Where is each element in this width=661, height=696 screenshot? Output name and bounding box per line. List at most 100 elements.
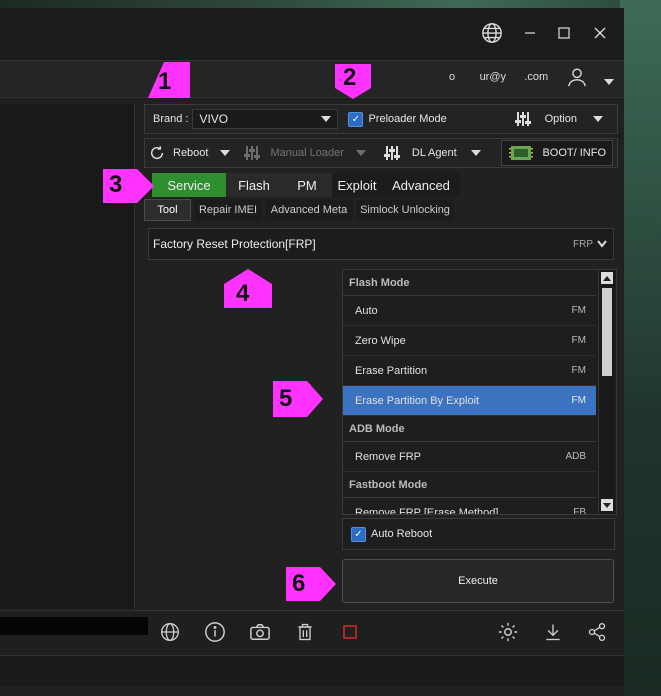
chevron-down-icon[interactable] xyxy=(604,74,614,88)
settings-button[interactable] xyxy=(494,618,522,646)
device-toolbar: Reboot Manual Loader DL Agent BOOT/ INFO xyxy=(144,138,618,168)
execute-label: Execute xyxy=(458,575,498,587)
list-item-label: Zero Wipe xyxy=(355,334,406,347)
scroll-thumb[interactable] xyxy=(602,288,612,376)
method-list: Flash Mode Auto FM Zero Wipe FM Erase Pa… xyxy=(342,269,617,515)
auto-reboot-label: Auto Reboot xyxy=(371,528,433,540)
annotation-marker-2: 2 xyxy=(333,62,373,100)
minimize-button[interactable] xyxy=(515,18,545,48)
subtab-simlock-unlocking[interactable]: Simlock Unlocking xyxy=(356,200,454,220)
list-item[interactable]: Erase Partition FM xyxy=(343,356,596,386)
chevron-down-icon xyxy=(470,150,481,156)
minimize-icon xyxy=(525,32,535,34)
refresh-icon xyxy=(150,146,164,160)
info-icon xyxy=(205,622,225,642)
list-item-label: Erase Partition xyxy=(355,364,428,377)
screenshot-button[interactable] xyxy=(246,618,274,646)
status-bar xyxy=(0,655,624,686)
globe-icon xyxy=(482,23,502,43)
list-item[interactable]: Remove FRP ADB xyxy=(343,442,596,472)
chevron-down-icon xyxy=(321,116,332,122)
maximize-button[interactable] xyxy=(549,18,579,48)
web-button[interactable] xyxy=(156,618,184,646)
tab-flash[interactable]: Flash xyxy=(226,173,282,197)
gear-icon xyxy=(498,622,518,642)
group-header-adb-mode: ADB Mode xyxy=(343,416,596,442)
chevron-down-icon xyxy=(220,150,231,156)
auto-reboot-checkbox[interactable]: ✓ Auto Reboot xyxy=(342,518,615,550)
function-title: Factory Reset Protection[FRP] xyxy=(153,237,316,251)
list-item[interactable]: Zero Wipe FM xyxy=(343,326,596,356)
list-item-tag: FM xyxy=(571,335,586,346)
option-button[interactable]: Option xyxy=(514,111,603,127)
download-icon xyxy=(546,624,560,641)
list-item-label: Erase Partition By Exploit xyxy=(355,394,480,407)
option-label: Option xyxy=(544,113,577,125)
chevron-down-icon xyxy=(355,150,366,156)
stop-button[interactable] xyxy=(336,618,364,646)
brand-label: Brand : xyxy=(153,113,189,125)
account-email: o ur@y .com xyxy=(449,71,549,83)
reboot-label: Reboot xyxy=(173,147,209,159)
scroll-down-icon[interactable] xyxy=(601,499,613,511)
reboot-button[interactable]: Reboot xyxy=(149,145,231,161)
list-item[interactable]: Remove FRP [Erase Method] FB xyxy=(343,498,596,515)
info-button[interactable] xyxy=(201,618,229,646)
language-globe-button[interactable] xyxy=(477,18,507,48)
user-menu-button[interactable] xyxy=(566,66,588,91)
dl-agent-label: DL Agent xyxy=(411,147,457,159)
subtab-repair-imei[interactable]: Repair IMEI xyxy=(194,200,262,220)
list-item-tag: FM xyxy=(571,365,586,376)
execute-button[interactable]: Execute xyxy=(342,559,614,603)
tab-pm[interactable]: PM xyxy=(282,173,332,197)
function-select[interactable]: Factory Reset Protection[FRP] FRP xyxy=(148,228,614,260)
list-item-label: Auto xyxy=(355,304,378,317)
boot-info-button[interactable]: BOOT/ INFO xyxy=(501,140,613,166)
annotation-marker-5: 5 xyxy=(271,379,325,419)
brand-select[interactable]: VIVO xyxy=(192,109,339,129)
manual-loader-label: Manual Loader xyxy=(270,147,344,159)
scroll-up-icon[interactable] xyxy=(601,272,613,284)
tab-advanced[interactable]: Advanced xyxy=(382,173,460,197)
preloader-mode-label: Preloader Mode xyxy=(368,113,447,125)
chip-icon xyxy=(509,146,534,160)
list-item[interactable]: Auto FM xyxy=(343,296,596,326)
maximize-icon xyxy=(558,27,570,39)
manual-loader-button[interactable]: Manual Loader xyxy=(244,145,366,161)
subtab-advanced-meta[interactable]: Advanced Meta xyxy=(265,200,353,220)
dl-agent-button[interactable]: DL Agent xyxy=(383,145,481,161)
annotation-marker-4: 4 xyxy=(222,268,274,310)
stop-icon xyxy=(343,625,357,639)
annotation-marker-6: 6 xyxy=(284,565,338,603)
user-icon xyxy=(568,68,586,87)
group-header-flash-mode: Flash Mode xyxy=(343,270,596,296)
camera-icon xyxy=(250,624,270,640)
annotation-marker-1: 1 xyxy=(144,60,194,102)
list-item-label: Remove FRP [Erase Method] xyxy=(355,506,499,515)
sliders-icon xyxy=(244,146,261,160)
list-item-tag: FM xyxy=(571,305,586,316)
main-tabs: Service Flash PM Exploit Advanced xyxy=(152,173,460,197)
clear-log-button[interactable] xyxy=(291,618,319,646)
download-button[interactable] xyxy=(539,618,567,646)
boot-info-label: BOOT/ INFO xyxy=(542,147,606,159)
list-item-selected[interactable]: Erase Partition By Exploit FM xyxy=(343,386,596,416)
list-scrollbar[interactable] xyxy=(598,270,615,514)
desktop-background-edge xyxy=(620,0,661,696)
sliders-icon xyxy=(514,112,531,126)
chevron-down-icon xyxy=(597,240,607,248)
preloader-mode-checkbox[interactable]: ✓ Preloader Mode xyxy=(348,111,447,127)
chevron-down-icon xyxy=(593,116,603,122)
progress-bar xyxy=(0,617,148,635)
tab-exploit[interactable]: Exploit xyxy=(332,173,382,197)
share-button[interactable] xyxy=(583,618,611,646)
brand-toolbar: Brand : VIVO ✓ Preloader Mode Option xyxy=(144,104,618,134)
sub-tabs: Tool Repair IMEI Advanced Meta Simlock U… xyxy=(144,199,454,221)
list-item-tag: ADB xyxy=(565,451,586,462)
function-tag: FRP xyxy=(573,238,593,250)
globe-icon xyxy=(161,623,179,641)
tab-service[interactable]: Service xyxy=(152,173,226,197)
close-button[interactable] xyxy=(585,18,615,48)
list-item-tag: FM xyxy=(571,395,586,406)
check-icon: ✓ xyxy=(351,526,366,542)
